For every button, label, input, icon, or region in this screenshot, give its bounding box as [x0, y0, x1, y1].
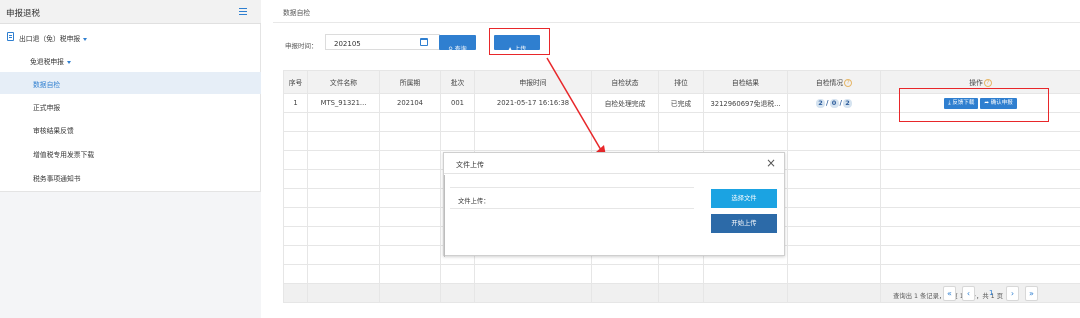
first-page-button[interactable]: « — [943, 286, 956, 301]
table-row-empty — [283, 264, 1080, 284]
search-icon: ⚲ — [448, 46, 453, 53]
table-row-empty — [283, 131, 1080, 151]
download-icon: ⤓ — [948, 99, 951, 106]
column-header: 申报时间 — [474, 70, 592, 94]
help-icon[interactable]: ? — [844, 79, 853, 87]
column-header: 排位 — [658, 70, 704, 94]
sidebar-item-label: 数据自检 — [33, 81, 61, 89]
divider — [273, 22, 1080, 23]
breadcrumb: 数据自检 — [283, 9, 311, 17]
column-header: 文件名称 — [307, 70, 380, 94]
cell-period: 202104 — [379, 93, 441, 113]
prev-page-button[interactable]: ‹ — [962, 286, 975, 301]
upload-button-label: 上传 — [514, 46, 527, 53]
next-page-button[interactable]: › — [1006, 286, 1019, 301]
dialog-title: 文件上传 — [456, 161, 484, 169]
column-header-actions: 操作? — [880, 70, 1080, 94]
sidebar-panel: 申报退税 出口退（免）税申报 免退税申报 数据自检 正式申报 审核结果反馈 增值… — [0, 0, 261, 192]
last-page-button[interactable]: » — [1025, 286, 1038, 301]
divider — [450, 208, 694, 209]
confirm-declare-button[interactable]: ➦ 确认申报 — [980, 97, 1017, 109]
start-upload-button[interactable]: 开始上传 — [711, 214, 777, 233]
calendar-icon[interactable] — [420, 38, 428, 46]
column-header: 序号 — [283, 70, 308, 94]
upload-button[interactable]: ▲ 上传 — [494, 35, 540, 53]
query-button[interactable]: ⚲ 查询 — [439, 35, 476, 53]
sidebar-item-review-feedback[interactable]: 审核结果反馈 — [0, 118, 261, 140]
select-file-button[interactable]: 选择文件 — [711, 189, 777, 208]
sidebar-item-tax-notice[interactable]: 税务事项通知书 — [0, 166, 261, 188]
divider — [450, 187, 694, 188]
sidebar-item-data-check[interactable]: 数据自检 — [0, 72, 261, 94]
chevron-down-icon — [66, 60, 71, 64]
table-row: 1 MTS_91321... 202104 001 2021-05-17 16:… — [283, 93, 1080, 113]
count-badge[interactable]: 2 — [842, 98, 852, 108]
sidebar-item-label: 增值税专用发票下载 — [33, 151, 95, 159]
cell-check-result: 3212960697免退税... — [703, 93, 788, 113]
sidebar-group-export[interactable]: 出口退（免）税申报 — [0, 26, 261, 48]
share-icon: ➦ — [984, 99, 990, 106]
dialog-left-edge — [444, 175, 445, 257]
menu-toggle-icon[interactable] — [239, 8, 247, 15]
query-button-label: 查询 — [454, 46, 467, 53]
column-header: 所属期 — [379, 70, 441, 94]
cell-check-counts: 2/0/2 — [787, 93, 881, 113]
feedback-download-button[interactable]: ⤓ 反馈下载 — [944, 97, 979, 109]
sidebar-item-label: 税务事项通知书 — [33, 175, 81, 183]
cell-file-name: MTS_91321... — [307, 93, 380, 113]
table-row-empty — [283, 112, 1080, 132]
cell-rank: 已完成 — [658, 93, 704, 113]
sidebar-header: 申报退税 — [0, 0, 261, 24]
cell-actions: ⤓ 反馈下载 ➦ 确认申报 — [880, 93, 1080, 113]
sidebar: 申报退税 出口退（免）税申报 免退税申报 数据自检 正式申报 审核结果反馈 增值… — [0, 0, 261, 318]
sidebar-item-formal-declare[interactable]: 正式申报 — [0, 95, 261, 117]
sidebar-item-invoice-download[interactable]: 增值税专用发票下载 — [0, 142, 261, 164]
column-header: 自检结果 — [703, 70, 788, 94]
cell-check-status: 自检处理完成 — [591, 93, 659, 113]
help-icon[interactable]: ? — [983, 79, 992, 87]
current-page-number[interactable]: 1 — [989, 289, 993, 297]
dialog-header: 文件上传 × — [444, 153, 784, 174]
sidebar-subgroup-label: 免退税申报 — [30, 58, 64, 66]
cell-declare-time: 2021-05-17 16:16:38 — [474, 93, 592, 113]
count-badge[interactable]: 0 — [829, 98, 839, 108]
declare-time-label: 申报时间： — [285, 42, 318, 50]
upload-dialog: 文件上传 × 文件上传： 选择文件 开始上传 — [443, 152, 785, 257]
file-upload-label: 文件上传： — [458, 198, 490, 205]
cell-index: 1 — [283, 93, 308, 113]
cell-batch: 001 — [440, 93, 475, 113]
column-header: 批次 — [440, 70, 475, 94]
user-upload-icon: ▲ — [507, 46, 513, 53]
sidebar-group-label: 出口退（免）税申报 — [19, 35, 81, 43]
column-header: 自检状态 — [591, 70, 659, 94]
sidebar-subgroup[interactable]: 免退税申报 — [0, 49, 261, 71]
table-header-row: 序号 文件名称 所属期 批次 申报时间 自检状态 排位 自检结果 自检情况? 操… — [283, 70, 1080, 94]
sidebar-item-label: 审核结果反馈 — [33, 127, 74, 135]
sidebar-item-label: 正式申报 — [33, 104, 61, 112]
column-header-check: 自检情况? — [787, 70, 881, 94]
sidebar-title: 申报退税 — [6, 9, 41, 19]
close-icon[interactable]: × — [766, 157, 776, 169]
count-badge[interactable]: 2 — [816, 98, 826, 108]
document-icon — [7, 32, 14, 41]
chevron-down-icon — [83, 37, 88, 41]
